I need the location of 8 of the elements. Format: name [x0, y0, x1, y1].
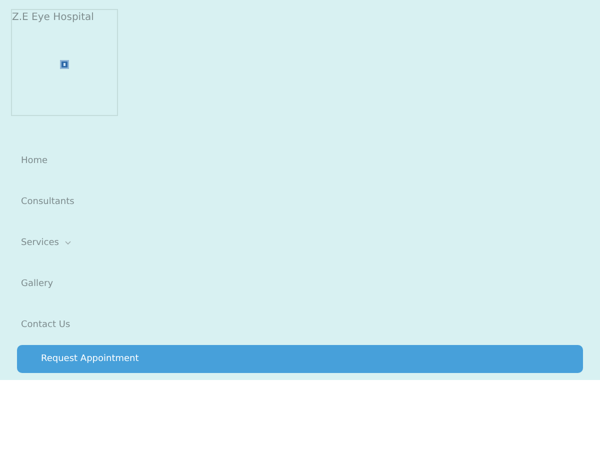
nav-link[interactable]: Gallery	[21, 263, 54, 304]
nav-link[interactable]: Contact Us	[21, 304, 70, 345]
logo-alt-text: Z.E Eye Hospital	[12, 11, 94, 24]
nav-link[interactable]: Home	[21, 140, 48, 181]
nav-link[interactable]: Services	[21, 222, 71, 263]
nav-link[interactable]: Consultants	[21, 181, 74, 222]
request-appointment-button[interactable]: Request Appointment	[17, 345, 583, 373]
broken-image-icon	[60, 60, 69, 69]
